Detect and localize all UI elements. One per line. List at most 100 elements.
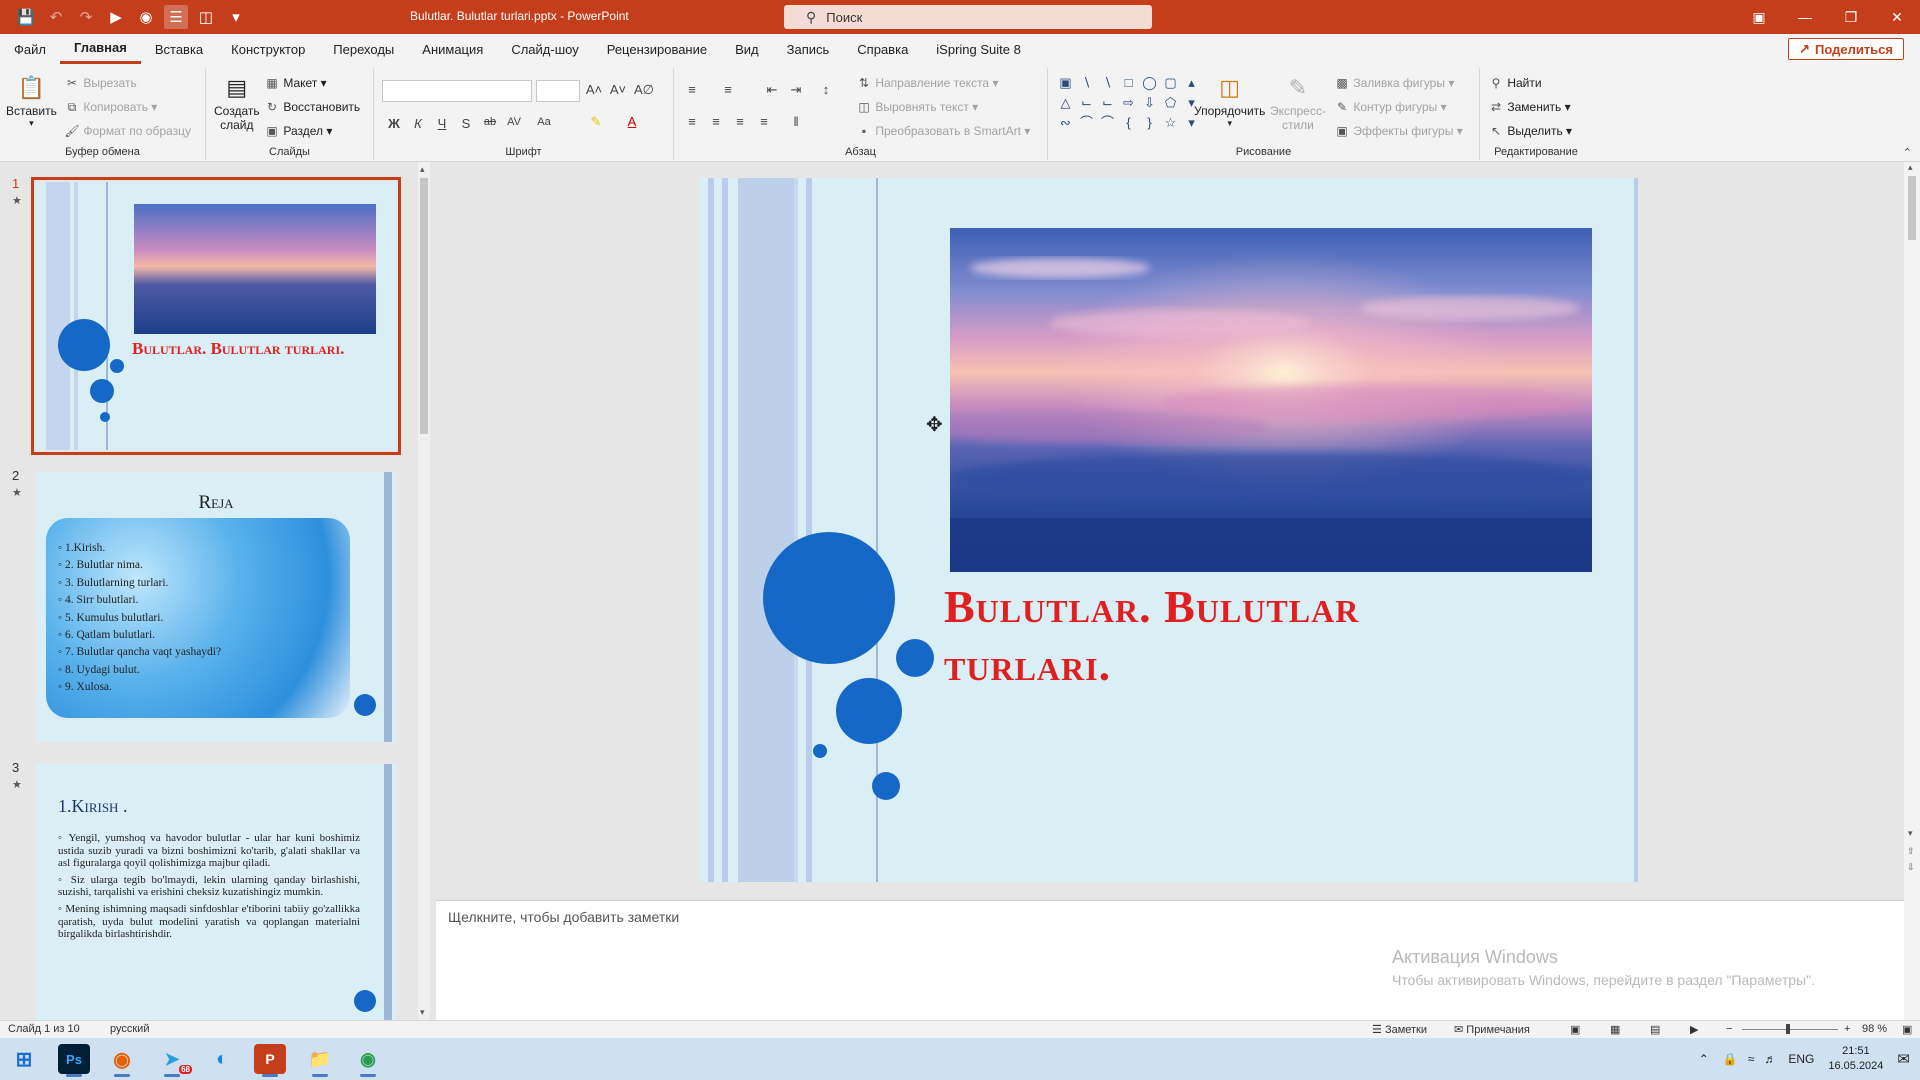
font-name-combo[interactable] (382, 80, 532, 102)
current-slide[interactable]: Bulutlar. Bulutlar turlari. ✥ (700, 178, 1638, 882)
notifications-icon[interactable]: ✉ (1897, 1050, 1910, 1068)
char-spacing-button[interactable]: AV (504, 116, 524, 128)
language-indicator[interactable]: русский (110, 1023, 149, 1035)
arc-shape-icon[interactable]: ⌒ (1098, 114, 1117, 132)
align-left-icon[interactable]: ≡ (682, 114, 702, 129)
shape-effects-button[interactable]: ▣ Эффекты фигуры ▾ (1334, 124, 1462, 138)
reading-view-icon[interactable]: ▤ (1650, 1023, 1660, 1036)
justify-icon[interactable]: ≡ (754, 114, 774, 129)
layout-icon[interactable]: ◫ (194, 5, 218, 29)
next-slide-icon[interactable]: ⇩ (1907, 862, 1915, 873)
notes-toggle[interactable]: ☰ Заметки (1372, 1023, 1427, 1036)
scrollbar-thumb[interactable] (420, 178, 428, 434)
slide-sorter-icon[interactable]: ▦ (1610, 1023, 1620, 1036)
slideshow-icon[interactable]: ▶ (1690, 1023, 1698, 1036)
align-text-button[interactable]: ◫ Выровнять текст ▾ (856, 100, 978, 114)
grow-font-icon[interactable]: A˄ (584, 82, 604, 97)
previous-slide-icon[interactable]: ⇧ (1907, 846, 1915, 857)
slide-2-thumbnail[interactable]: Reja ◦ 1.Kirish. ◦ 2. Bulutlar nima. ◦ 3… (36, 472, 396, 742)
clock[interactable]: 21:51 16.05.2024 (1828, 1044, 1883, 1074)
elbow-shape-icon[interactable]: ⌙ (1098, 94, 1117, 112)
tab-record[interactable]: Запись (773, 34, 844, 64)
star-shape-icon[interactable]: ☆ (1161, 114, 1180, 132)
arrow-right-shape-icon[interactable]: ⇨ (1119, 94, 1138, 112)
firefox-icon[interactable]: ◉ (106, 1044, 138, 1077)
clear-format-icon[interactable]: A∅ (634, 82, 654, 98)
tab-file[interactable]: Файл (0, 34, 60, 64)
thumbnails-scrollbar[interactable]: ▴ ▾ (418, 162, 430, 1020)
close-button[interactable]: ✕ (1874, 0, 1920, 34)
shapes-gallery[interactable]: ▣ ∖ ∖ □ ◯ ▢ ▴ △ ⌙ ⌙ ⇨ ⇩ ⬠ ▾ ∾ ⌒ ⌒{} ☆ ▾ (1056, 74, 1194, 132)
brace-right-shape-icon[interactable]: } (1140, 114, 1159, 132)
cut-button[interactable]: ✂ Вырезать (64, 76, 137, 90)
triangle-shape-icon[interactable]: △ (1056, 94, 1075, 112)
line-spacing-icon[interactable]: ↕ (816, 82, 836, 97)
quick-styles-button[interactable]: ✎ Экспресс- стили (1270, 72, 1326, 132)
oval-shape-icon[interactable]: ◯ (1140, 74, 1159, 92)
format-painter-button[interactable]: 🖌 Формат по образцу (64, 124, 191, 138)
bold-button[interactable]: Ж (384, 116, 404, 131)
volume-icon[interactable]: ♬ (1764, 1052, 1776, 1066)
align-right-icon[interactable]: ≡ (730, 114, 750, 129)
zoom-level[interactable]: 98 % (1862, 1023, 1887, 1035)
sky-sunset-image[interactable] (950, 228, 1592, 572)
redo-icon[interactable]: ↷ (74, 5, 98, 29)
tab-home[interactable]: Главная (59, 34, 141, 64)
wifi-icon[interactable]: ≈ (1748, 1052, 1755, 1066)
tab-animations[interactable]: Анимация (408, 34, 497, 64)
slide-title[interactable]: Bulutlar. Bulutlar turlari. (944, 578, 1359, 694)
bullets-icon[interactable]: ≡ (682, 82, 702, 97)
numbering-icon[interactable]: ≡ (718, 82, 738, 97)
powerpoint-icon[interactable]: P (254, 1044, 286, 1077)
tab-insert[interactable]: Вставка (141, 34, 217, 64)
strikethrough-button[interactable]: ab (480, 116, 500, 128)
windows-start-icon[interactable]: ⊞ (8, 1044, 40, 1074)
restore-button[interactable]: ❐ (1828, 0, 1874, 34)
record-icon[interactable]: ◉ (134, 5, 158, 29)
arrange-button[interactable]: ◫ Упорядочить ▾ (1194, 72, 1265, 129)
edge-icon[interactable]: ◐ (206, 1044, 238, 1074)
section-button[interactable]: ▣ Раздел ▾ (264, 124, 332, 138)
new-slide-button[interactable]: ▤ Создать слайд (214, 72, 260, 132)
notes-pane[interactable]: Щелкните, чтобы добавить заметки Активац… (436, 900, 1904, 1020)
shadow-button[interactable]: S (456, 116, 476, 131)
fit-slide-icon[interactable]: ▣ (1902, 1023, 1912, 1036)
slide-1-thumbnail[interactable]: Bulutlar. Bulutlar turlari. (31, 177, 401, 455)
rounded-rect-shape-icon[interactable]: ▢ (1161, 74, 1180, 92)
select-button[interactable]: ↖ Выделить ▾ (1488, 124, 1572, 138)
shape-fill-button[interactable]: ▩ Заливка фигуры ▾ (1334, 76, 1454, 90)
replace-button[interactable]: ⇄ Заменить ▾ (1488, 100, 1571, 114)
photoshop-icon[interactable]: Ps (58, 1044, 90, 1077)
copy-button[interactable]: ⧉ Копировать ▾ (64, 100, 158, 115)
present-from-start-icon[interactable]: ▶ (104, 5, 128, 29)
brace-left-shape-icon[interactable]: { (1119, 114, 1138, 132)
tab-transitions[interactable]: Переходы (319, 34, 408, 64)
save-icon[interactable]: 💾 (14, 5, 38, 29)
tab-design[interactable]: Конструктор (217, 34, 319, 64)
slide-scrollbar[interactable]: ▴ ▾ ⇧ ⇩ (1904, 162, 1920, 1020)
minimize-button[interactable]: — (1782, 0, 1828, 34)
scroll-down-icon[interactable]: ▾ (1908, 828, 1913, 839)
tab-view[interactable]: Вид (721, 34, 773, 64)
scroll-up-icon[interactable]: ▴ (1908, 162, 1913, 173)
curve-shape-icon[interactable]: ⌒ (1077, 114, 1096, 132)
search-box[interactable]: ⚲ Поиск (784, 5, 1152, 29)
zoom-out-icon[interactable]: − (1726, 1023, 1732, 1035)
shape-outline-button[interactable]: ✎ Контур фигуры ▾ (1334, 100, 1447, 114)
increase-indent-icon[interactable]: ⇥ (786, 82, 806, 98)
line-shape-icon-2[interactable]: ∖ (1098, 74, 1117, 92)
input-language[interactable]: ENG (1788, 1052, 1814, 1066)
change-case-button[interactable]: Aa (534, 116, 554, 128)
tab-slideshow[interactable]: Слайд-шоу (497, 34, 592, 64)
line-shape-icon[interactable]: ∖ (1077, 74, 1096, 92)
align-center-icon[interactable]: ≡ (706, 114, 726, 129)
undo-icon[interactable]: ↶ (44, 5, 68, 29)
normal-view-icon[interactable]: ▣ (1570, 1023, 1580, 1036)
tab-ispring[interactable]: iSpring Suite 8 (922, 34, 1035, 64)
zoom-slider-thumb[interactable] (1786, 1024, 1790, 1034)
columns-icon[interactable]: ‖ (786, 114, 806, 129)
rectangle-shape-icon[interactable]: □ (1119, 74, 1138, 92)
shrink-font-icon[interactable]: A˅ (608, 82, 628, 97)
reset-button[interactable]: ↻ Восстановить (264, 100, 360, 114)
paste-button[interactable]: 📋 Вставить ▾ (6, 72, 57, 129)
